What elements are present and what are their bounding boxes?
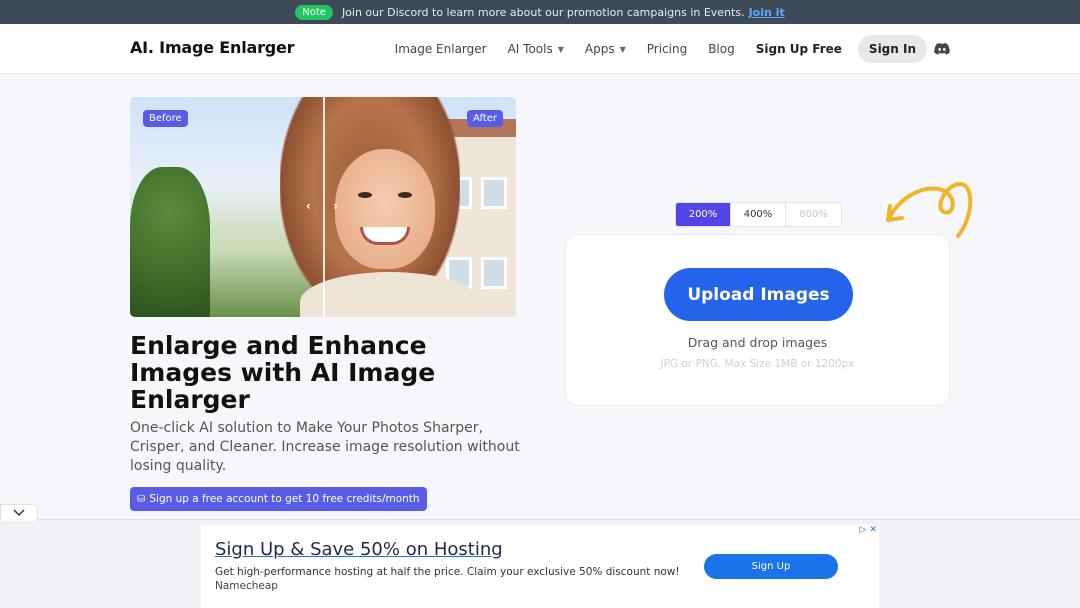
join-discord-link[interactable]: Join it: [749, 6, 785, 19]
chevron-down-icon: ▼: [619, 44, 626, 54]
nav-ai-tools[interactable]: AI Tools ▼: [508, 42, 564, 56]
nav-image-enlarger[interactable]: Image Enlarger: [395, 42, 487, 56]
house-window: [481, 257, 507, 289]
announcement-text: Join our Discord to learn more about our…: [341, 5, 745, 19]
upload-dropzone[interactable]: Upload Images Drag and drop images JPG o…: [565, 234, 950, 406]
chevron-down-icon: ▼: [557, 44, 564, 54]
ad-controls[interactable]: ▷ ✕: [860, 525, 877, 535]
close-icon[interactable]: ✕: [869, 525, 877, 535]
scale-option-800[interactable]: 800%: [786, 203, 841, 226]
drag-drop-hint: Drag and drop images: [687, 335, 828, 350]
page-subtitle: One-click AI solution to Make Your Photo…: [130, 420, 520, 474]
before-badge: Before: [143, 110, 188, 127]
chevron-right-icon[interactable]: ›: [333, 199, 338, 213]
ad-description: Get high-performance hosting at half the…: [215, 566, 680, 578]
discord-icon[interactable]: [934, 43, 950, 55]
nav-label: Blog: [708, 42, 735, 56]
comparison-slider-handle[interactable]: [323, 97, 325, 317]
site-header: AI. Image Enlarger Image Enlarger AI Too…: [0, 24, 1080, 74]
before-after-comparison[interactable]: ‹ › Before After: [130, 97, 516, 317]
background-tree: [130, 167, 210, 317]
portrait-eye: [398, 192, 412, 198]
scale-selector: 200% 400% 800%: [675, 202, 842, 227]
sign-in-button[interactable]: Sign In: [857, 35, 927, 63]
upload-images-button[interactable]: Upload Images: [664, 268, 853, 321]
chevron-left-icon[interactable]: ‹: [306, 199, 311, 213]
nav-blog[interactable]: Blog: [708, 42, 735, 56]
free-credits-label: Sign up a free account to get 10 free cr…: [149, 493, 420, 505]
announcement-bar: Note Join our Discord to learn more abou…: [0, 0, 1080, 24]
note-badge: Note: [295, 4, 333, 20]
free-credits-button[interactable]: ⛁ Sign up a free account to get 10 free …: [130, 487, 427, 511]
chevron-down-icon: [13, 509, 25, 517]
file-limits-text: JPG or PNG. Max Size 1MB or 1200px: [660, 358, 855, 370]
collapse-ad-button[interactable]: [0, 504, 38, 521]
nav-label: AI Tools: [507, 42, 553, 56]
nav-label: Image Enlarger: [394, 42, 487, 56]
house-window: [481, 177, 507, 209]
ad-banner[interactable]: ▷ ✕ Sign Up & Save 50% on Hosting Get hi…: [201, 525, 879, 608]
ad-brand: Namecheap: [215, 580, 278, 592]
ad-sign-up-button[interactable]: Sign Up: [704, 554, 838, 579]
page-title: Enlarge and Enhance Images with AI Image…: [130, 331, 436, 414]
coin-stack-icon: ⛁: [137, 493, 146, 505]
ad-title[interactable]: Sign Up & Save 50% on Hosting: [215, 539, 503, 560]
portrait-eye: [358, 192, 372, 198]
nav-label: Pricing: [646, 42, 688, 56]
sign-up-button[interactable]: Sign Up Free: [756, 42, 842, 56]
ad-info-icon[interactable]: ▷: [860, 525, 867, 535]
nav-pricing[interactable]: Pricing: [647, 42, 687, 56]
nav-apps[interactable]: Apps ▼: [585, 42, 626, 56]
site-logo[interactable]: AI. Image Enlarger: [130, 38, 295, 57]
after-badge: After: [466, 110, 503, 127]
main-nav: Image Enlarger AI Tools ▼ Apps ▼ Pricing…: [374, 24, 950, 74]
scale-option-200[interactable]: 200%: [676, 203, 731, 226]
nav-label: Apps: [584, 42, 615, 56]
scale-option-400[interactable]: 400%: [731, 203, 786, 226]
portrait-face: [335, 149, 435, 269]
